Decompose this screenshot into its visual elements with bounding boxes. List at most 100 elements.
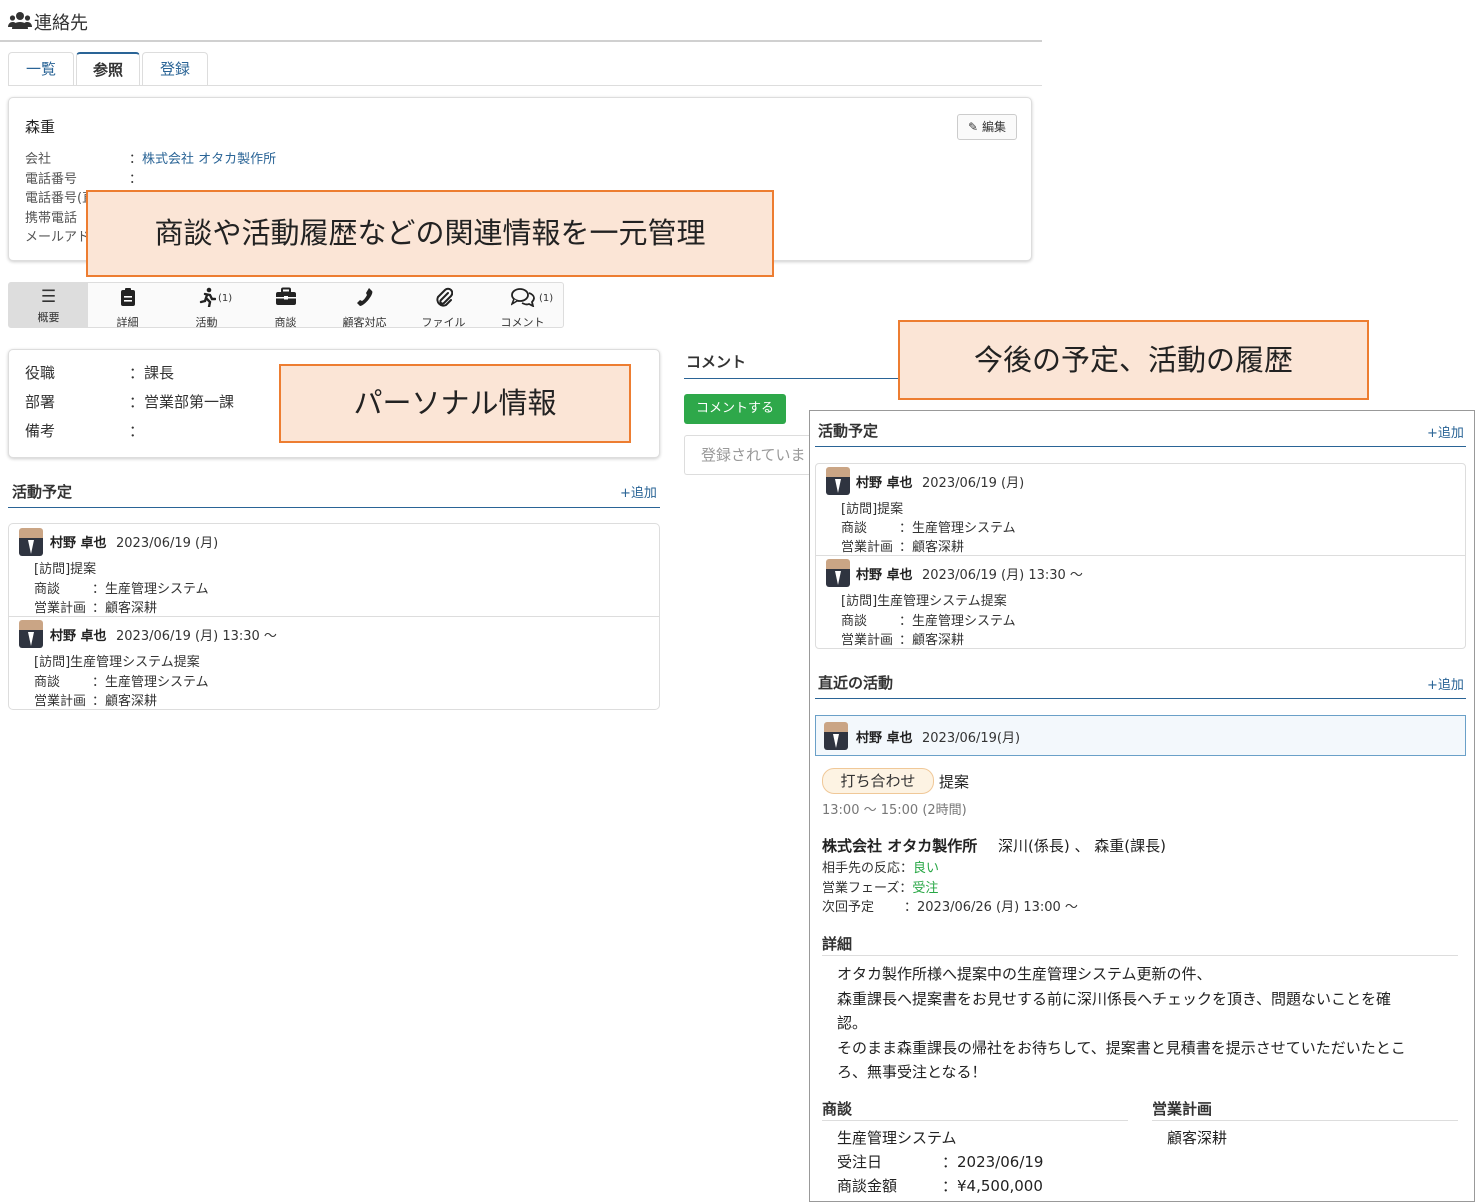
sales-plan-link[interactable]: 顧客深耕 — [1167, 1127, 1227, 1148]
tab-view[interactable]: 参照 — [76, 52, 140, 86]
user-name: 村野 卓也 — [856, 476, 913, 491]
list-icon: ☰ — [40, 287, 57, 307]
field-label-phone-direct: 電話番号(直 — [25, 191, 96, 206]
recent-activity-header[interactable]: 村野 卓也 2023/06/19(月) — [815, 715, 1466, 756]
nav-files[interactable]: ファイル — [404, 283, 483, 329]
schedule-add-button[interactable]: +追加 — [620, 482, 657, 501]
panel-schedule-list: 村野 卓也 2023/06/19 (月) [訪問]提案 商談 ：生産管理システム… — [815, 463, 1466, 649]
detail-title: 詳細 — [822, 935, 853, 953]
order-date-label: 受注日 — [837, 1153, 883, 1171]
deal-name-link[interactable]: 生産管理システム — [837, 1127, 957, 1148]
avatar — [19, 620, 43, 648]
schedule-subject: [訪問]提案 — [34, 562, 97, 577]
field-label-phone: 電話番号 — [25, 172, 78, 187]
deal-title: 商談 — [822, 1100, 853, 1118]
field-label-company: 会社 — [25, 152, 52, 167]
field-value-notes: ： — [129, 422, 145, 440]
schedule-item[interactable]: 村野 卓也 2023/06/19 (月) 13:30 ～ [訪問]生産管理システ… — [9, 617, 659, 710]
field-label-position: 役職 — [25, 364, 56, 382]
attendees: 深川(係長) 、 森重(課長) — [998, 837, 1166, 855]
schedule-subject: [訪問]提案 — [841, 502, 904, 517]
sales-plan-divider — [1152, 1120, 1458, 1121]
callout-schedule-history: 今後の予定、活動の履歴 — [898, 320, 1369, 400]
order-date-value: ：2023/06/19 — [942, 1153, 1044, 1171]
field-label-mobile: 携帯電話 — [25, 211, 78, 226]
comment-title: コメント — [686, 353, 747, 371]
field-label-email: メールアド — [25, 230, 91, 245]
nav-support[interactable]: 顧客対応 — [325, 283, 404, 329]
deal-label: 商談 — [841, 614, 868, 629]
deal-label: 商談 — [34, 582, 61, 597]
reaction-value: 良い — [913, 861, 940, 876]
avatar — [826, 467, 850, 495]
activity-time: 13:00 ～ 15:00 (2時間) — [822, 803, 967, 818]
reaction-label: 相手先の反応： — [822, 861, 914, 876]
schedule-item[interactable]: 村野 卓也 2023/06/19 (月) [訪問]提案 商談 ：生産管理システム… — [9, 524, 659, 617]
plan-value: ：顧客深耕 — [92, 601, 158, 616]
activity-type-badge: 打ち合わせ — [822, 768, 934, 794]
detail-text: オタカ製作所様へ提案中の生産管理システム更新の件、 森重課長へ提案書をお見せする… — [837, 965, 1406, 1081]
panel-schedule-divider — [815, 446, 1466, 447]
plan-label: 営業計画 — [841, 540, 894, 555]
page-title: 連絡先 — [34, 13, 88, 34]
activity-date: 2023/06/19(月) — [922, 731, 1021, 746]
nav-detail[interactable]: 詳細 — [88, 283, 167, 329]
phase-label: 営業フェーズ： — [822, 881, 913, 896]
avatar — [824, 722, 848, 750]
detail-nav-bar: ☰ 概要 詳細 (1) 活動 商談 顧客対応 ファイル (1) コメント — [8, 282, 564, 329]
deal-value: ：生産管理システム — [92, 582, 209, 597]
comment-count: (1) — [539, 293, 554, 304]
recent-activity-title: 直近の活動 — [818, 674, 894, 692]
tab-register[interactable]: 登録 — [142, 52, 208, 86]
tab-list[interactable]: 一覧 — [8, 52, 74, 86]
callout-related-info: 商談や活動履歴などの関連情報を一元管理 — [86, 190, 774, 277]
schedule-date: 2023/06/19 (月) 13:30 ～ — [116, 629, 277, 644]
sales-plan-title: 営業計画 — [1152, 1100, 1213, 1118]
company-name: 株式会社 オタカ製作所 — [822, 837, 978, 855]
company-link[interactable]: 株式会社 オタカ製作所 — [142, 152, 276, 167]
nav-activity[interactable]: (1) 活動 — [167, 283, 246, 329]
comment-input[interactable]: 登録されていま — [684, 435, 814, 475]
nav-overview[interactable]: ☰ 概要 — [9, 283, 88, 327]
amount-value: ：¥4,500,000 — [942, 1177, 1043, 1195]
plan-value: ：顧客深耕 — [899, 540, 965, 555]
plan-label: 営業計画 — [34, 601, 87, 616]
comment-button[interactable]: コメントする — [684, 394, 786, 424]
nav-comments[interactable]: (1) コメント — [483, 283, 562, 329]
comment-divider — [684, 378, 904, 379]
briefcase-icon — [246, 287, 325, 312]
plan-label: 営業計画 — [841, 633, 894, 648]
deal-label: 商談 — [841, 521, 868, 536]
edit-button[interactable]: ✎ 編集 — [957, 114, 1017, 140]
detail-divider — [822, 955, 1458, 956]
panel-schedule-add-button[interactable]: +追加 — [1427, 422, 1464, 441]
callout-personal-info: パーソナル情報 — [279, 364, 631, 443]
schedule-list: 村野 卓也 2023/06/19 (月) [訪問]提案 商談 ：生産管理システム… — [8, 523, 660, 710]
nav-deal[interactable]: 商談 — [246, 283, 325, 329]
activity-panel: 活動予定 +追加 村野 卓也 2023/06/19 (月) [訪問]提案 商談 … — [809, 410, 1475, 1202]
edit-icon: ✎ — [968, 120, 979, 134]
deal-value: ：生産管理システム — [899, 521, 1016, 536]
schedule-subject: [訪問]生産管理システム提案 — [34, 655, 200, 670]
phase-value: 受注 — [912, 881, 939, 896]
deal-value: ：生産管理システム — [899, 614, 1016, 629]
avatar — [826, 559, 850, 587]
next-label: 次回予定 — [822, 900, 875, 915]
plan-label: 営業計画 — [34, 694, 87, 709]
schedule-item[interactable]: 村野 卓也 2023/06/19 (月) [訪問]提案 商談 ：生産管理システム… — [816, 464, 1465, 556]
schedule-item[interactable]: 村野 卓也 2023/06/19 (月) 13:30 ～ [訪問]生産管理システ… — [816, 556, 1465, 648]
next-value: ：2023/06/26 (月) 13:00 ～ — [904, 900, 1078, 915]
user-name: 村野 卓也 — [856, 731, 913, 746]
panel-schedule-title: 活動予定 — [818, 422, 879, 440]
app-header: 連絡先 — [0, 0, 1042, 42]
plan-value: ：顧客深耕 — [92, 694, 158, 709]
tab-divider — [8, 85, 1042, 86]
field-label-department: 部署 — [25, 393, 56, 411]
paperclip-icon — [404, 287, 483, 312]
run-icon — [167, 287, 246, 312]
schedule-date: 2023/06/19 (月) — [116, 536, 219, 551]
recent-add-button[interactable]: +追加 — [1427, 674, 1464, 693]
activity-count: (1) — [218, 293, 233, 304]
user-name: 村野 卓也 — [856, 568, 913, 583]
contact-name: 森重 — [25, 118, 56, 136]
